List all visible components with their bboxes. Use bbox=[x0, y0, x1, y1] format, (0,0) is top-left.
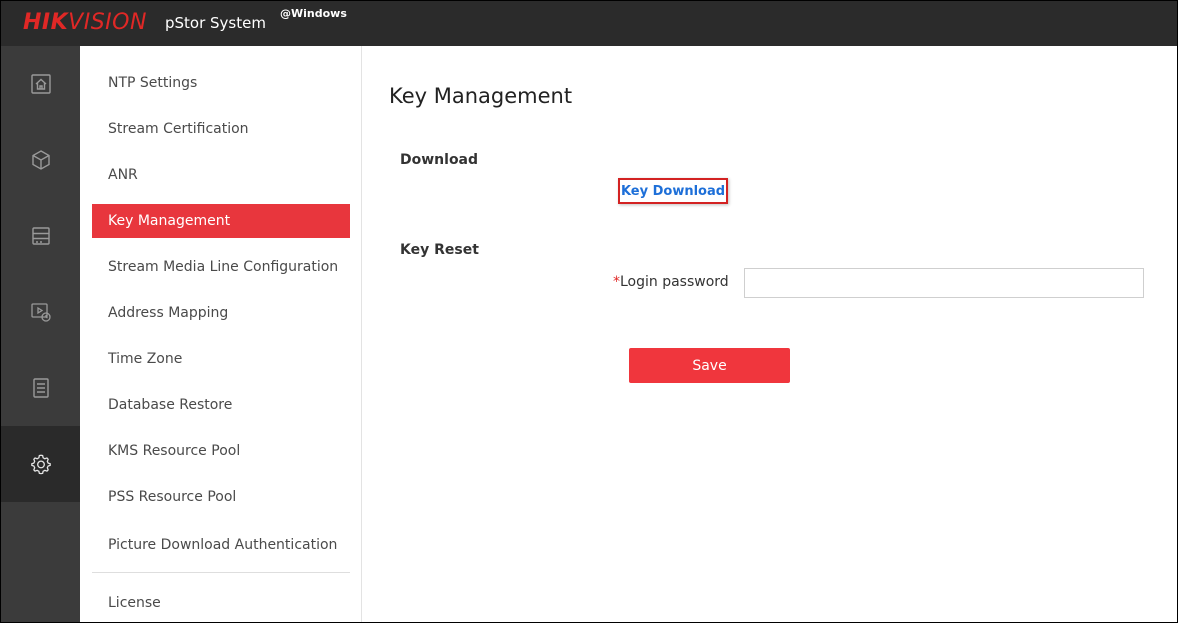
login-password-label: *Login password bbox=[613, 274, 729, 290]
save-button[interactable]: Save bbox=[629, 348, 790, 383]
icon-sidebar bbox=[1, 46, 80, 622]
submenu-item-anr[interactable]: ANR bbox=[92, 158, 350, 192]
submenu-item-pss-resource-pool[interactable]: PSS Resource Pool bbox=[92, 480, 350, 514]
top-bar: HIKVISION pStor System @Windows bbox=[1, 1, 1177, 46]
submenu-item-license[interactable]: License bbox=[92, 586, 350, 620]
storage-icon bbox=[31, 227, 50, 245]
nav-resources[interactable] bbox=[1, 122, 80, 198]
nav-settings[interactable] bbox=[1, 426, 80, 502]
settings-submenu: NTP Settings Stream Certification ANR Ke… bbox=[80, 46, 362, 622]
nav-logs[interactable] bbox=[1, 350, 80, 426]
submenu-item-time-zone[interactable]: Time Zone bbox=[92, 342, 350, 376]
product-name: pStor System bbox=[165, 14, 266, 32]
document-icon bbox=[32, 378, 49, 398]
submenu-divider bbox=[92, 572, 350, 573]
key-reset-section-label: Key Reset bbox=[400, 242, 479, 258]
login-password-input[interactable] bbox=[744, 268, 1144, 298]
submenu-item-ntp-settings[interactable]: NTP Settings bbox=[92, 66, 350, 100]
download-section-label: Download bbox=[400, 152, 479, 168]
key-download-link[interactable]: Key Download bbox=[618, 178, 728, 204]
nav-storage[interactable] bbox=[1, 198, 80, 274]
submenu-item-kms-resource-pool[interactable]: KMS Resource Pool bbox=[92, 434, 350, 468]
gear-icon bbox=[30, 454, 51, 475]
video-monitor-icon bbox=[30, 303, 51, 322]
brand-logo: HIKVISION bbox=[23, 10, 147, 35]
submenu-item-address-mapping[interactable]: Address Mapping bbox=[92, 296, 350, 330]
page-title: Key Management bbox=[389, 84, 573, 108]
submenu-item-stream-certification[interactable]: Stream Certification bbox=[92, 112, 350, 146]
required-mark: * bbox=[613, 274, 620, 290]
main-content: Key Management Download Key Download Key… bbox=[362, 46, 1177, 622]
login-password-label-text: Login password bbox=[620, 274, 729, 290]
home-icon bbox=[30, 74, 51, 94]
submenu-item-stream-media-line-configuration[interactable]: Stream Media Line Configuration bbox=[92, 250, 350, 284]
platform-label: @Windows bbox=[280, 7, 347, 20]
submenu-item-database-restore[interactable]: Database Restore bbox=[92, 388, 350, 422]
nav-home[interactable] bbox=[1, 46, 80, 122]
app-window: HIKVISION pStor System @Windows NTP Sett… bbox=[0, 0, 1178, 623]
submenu-item-key-management[interactable]: Key Management bbox=[92, 204, 350, 238]
nav-video[interactable] bbox=[1, 274, 80, 350]
submenu-item-picture-download-authentication[interactable]: Picture Download Authentication bbox=[92, 528, 350, 562]
cube-icon bbox=[31, 150, 50, 170]
